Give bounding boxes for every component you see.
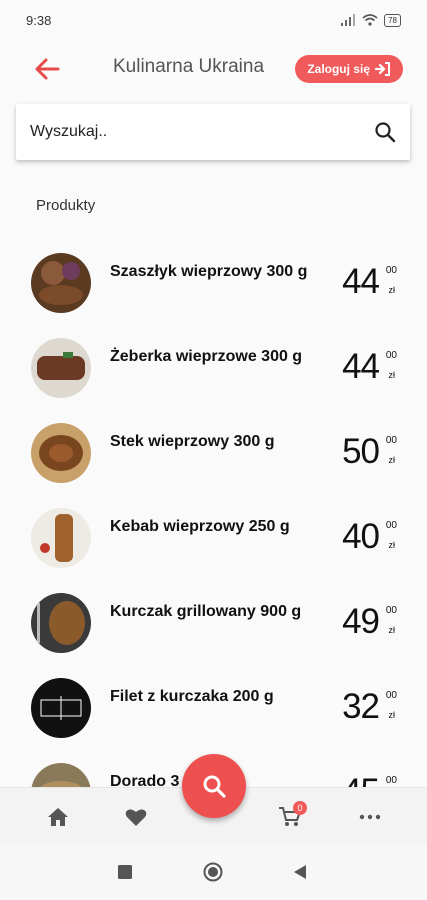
page-title-text: Kulinarna Ukraina [112, 56, 265, 77]
product-thumbnail [31, 508, 91, 568]
triangle-back-icon [294, 865, 306, 879]
battery-indicator: 78 [384, 13, 401, 27]
product-name: Żeberka wieprzowe 300 g [110, 348, 303, 365]
price-cents: 00 [385, 520, 397, 531]
recent-apps-button[interactable] [118, 865, 132, 884]
cart-badge: 0 [293, 801, 307, 815]
app-bar: Kulinarna Ukraina Zaloguj się [0, 44, 427, 92]
price-currency: zł [388, 285, 396, 295]
product-price: 32 00 zł [317, 687, 397, 737]
price-value: 50 [342, 432, 380, 471]
price-cents: 00 [385, 690, 397, 701]
home-system-button[interactable] [203, 862, 223, 887]
product-price: 50 00 zł [317, 432, 397, 482]
product-price: 44 00 zł [317, 347, 397, 397]
signal-icon [341, 14, 356, 26]
price-value: 44 [342, 347, 380, 386]
price-value: 40 [342, 517, 380, 556]
product-name: Filet z kurczaka 200 g [110, 688, 274, 705]
nav-favorites[interactable] [124, 806, 150, 828]
status-bar: 9:38 78 [0, 0, 427, 40]
price-value: 44 [342, 262, 380, 301]
wifi-icon [362, 14, 378, 26]
search-bar[interactable]: Wyszukaj.. [16, 104, 410, 160]
product-price: 49 00 zł [317, 602, 397, 652]
search-fab[interactable] [182, 754, 246, 818]
price-cents: 00 [385, 605, 397, 616]
login-button-label: Zaloguj się [307, 62, 370, 76]
product-thumbnail [31, 678, 91, 738]
product-thumbnail [31, 338, 91, 398]
price-cents: 00 [385, 775, 397, 786]
product-item[interactable]: Filet z kurczaka 200 g 32 00 zł [0, 665, 427, 750]
heart-icon [125, 809, 147, 826]
system-nav [0, 844, 427, 900]
status-icons: 78 [340, 13, 401, 27]
square-icon [118, 865, 132, 879]
search-input[interactable]: Wyszukaj.. [30, 123, 107, 141]
home-icon [48, 808, 68, 826]
price-cents: 00 [385, 435, 397, 446]
product-list: Szaszłyk wieprzowy 300 g 44 00 zł Żeberk… [0, 240, 427, 835]
login-button[interactable]: Zaloguj się [295, 55, 403, 83]
product-item[interactable]: Kurczak grillowany 900 g 49 00 zł [0, 580, 427, 665]
product-name: Stek wieprzowy 300 g [110, 433, 275, 450]
product-price: 44 00 zł [317, 262, 397, 312]
back-system-button[interactable] [294, 865, 306, 884]
product-thumbnail [31, 253, 91, 313]
more-icon [359, 814, 381, 820]
price-cents: 00 [385, 350, 397, 361]
nav-more[interactable] [358, 806, 384, 828]
product-item[interactable]: Szaszłyk wieprzowy 300 g 44 00 zł [0, 240, 427, 325]
product-item[interactable]: Kebab wieprzowy 250 g 40 00 zł [0, 495, 427, 580]
price-cents: 00 [385, 265, 397, 276]
status-time: 9:38 [26, 12, 52, 28]
nav-home[interactable] [46, 806, 72, 828]
price-currency: zł [388, 625, 396, 635]
price-currency: zł [388, 540, 396, 550]
product-thumbnail [31, 423, 91, 483]
search-icon[interactable] [374, 121, 396, 143]
product-thumbnail [31, 593, 91, 653]
price-currency: zł [388, 455, 396, 465]
product-price: 40 00 zł [317, 517, 397, 567]
price-value: 49 [342, 602, 380, 641]
search-icon [203, 775, 226, 798]
section-title: Produkty [36, 197, 96, 214]
product-name: Kebab wieprzowy 250 g [110, 518, 290, 535]
product-name: Kurczak grillowany 900 g [110, 603, 302, 620]
product-item[interactable]: Stek wieprzowy 300 g 50 00 zł [0, 410, 427, 495]
login-arrow-icon [375, 62, 390, 76]
product-item[interactable]: Żeberka wieprzowe 300 g 44 00 zł [0, 325, 427, 410]
product-name: Szaszłyk wieprzowy 300 g [110, 263, 308, 280]
price-currency: zł [388, 370, 396, 380]
price-value: 32 [342, 687, 380, 726]
price-currency: zł [388, 710, 396, 720]
circle-icon [203, 862, 223, 882]
